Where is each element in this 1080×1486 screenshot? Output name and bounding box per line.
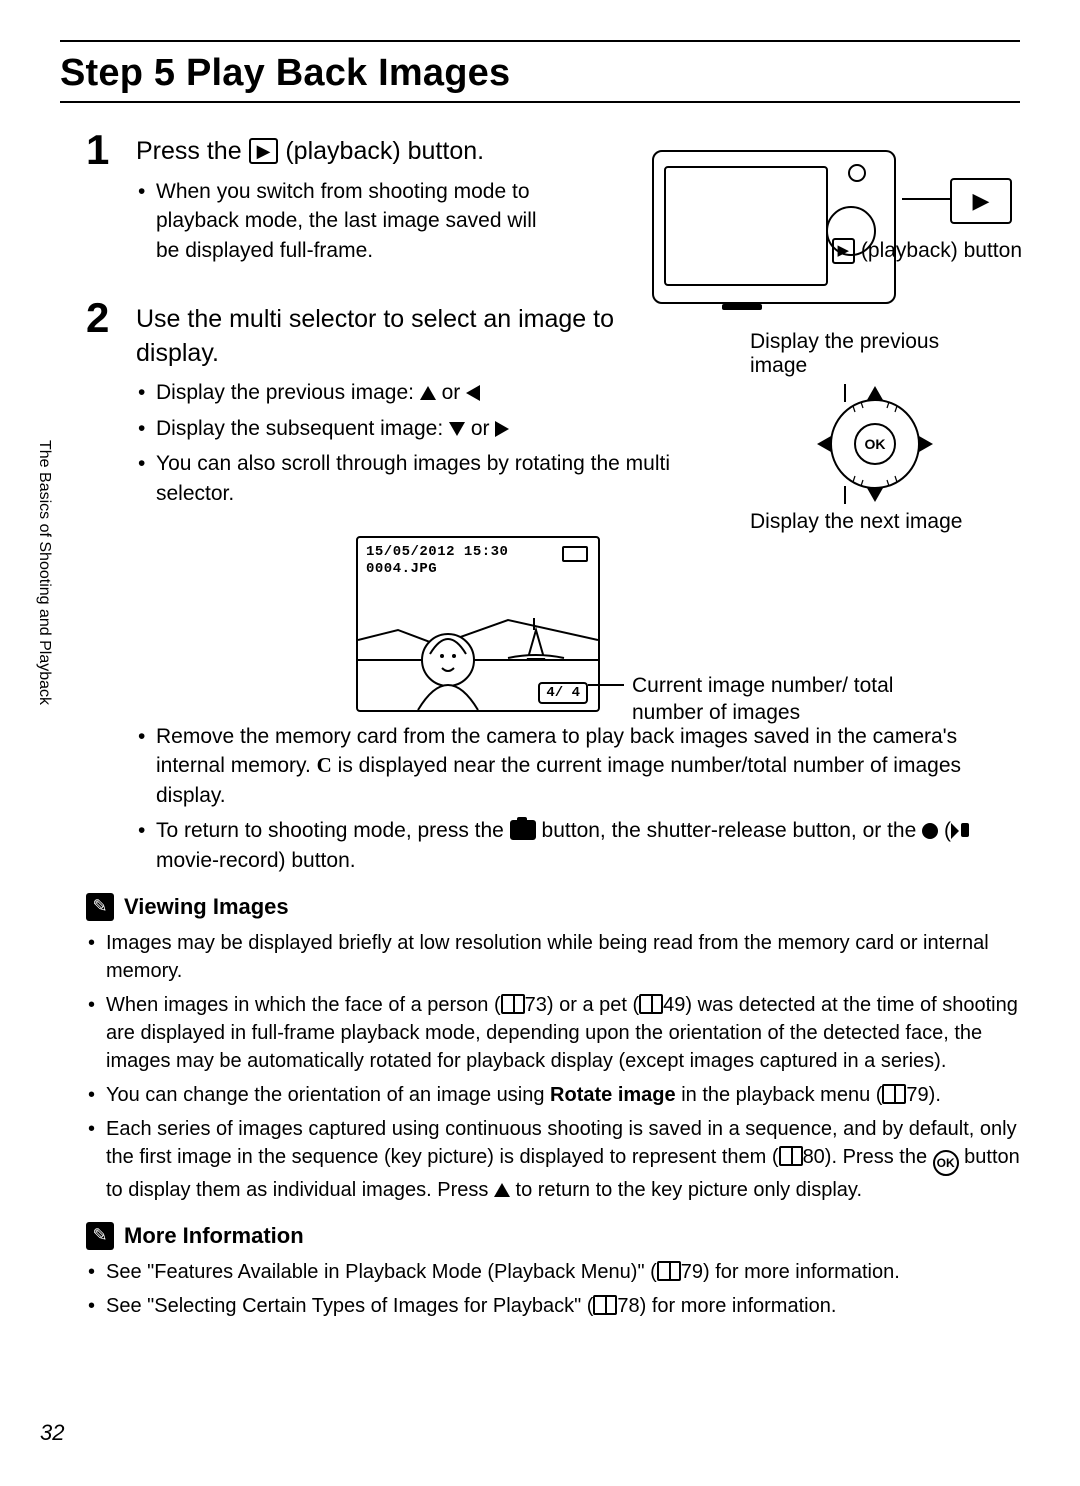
playback-glyph: ▶ xyxy=(973,188,990,214)
note-bullet: You can change the orientation of an ima… xyxy=(86,1081,1020,1109)
rule xyxy=(60,40,1020,42)
step-1-bullet: When you switch from shooting mode to pl… xyxy=(136,177,556,265)
playback-icon: ▶ xyxy=(249,138,279,164)
step-number: 2 xyxy=(86,297,120,514)
battery-icon xyxy=(562,546,588,562)
step-2-bullet: Remove the memory card from the camera t… xyxy=(136,722,1020,810)
page-title: Step 5 Play Back Images xyxy=(60,52,1020,95)
selector-caption-bottom: Display the next image xyxy=(750,510,1000,534)
note-title: More Information xyxy=(124,1223,304,1249)
playback-button-callout: ▶ xyxy=(950,178,1012,224)
step-2-bullet: Display the previous image: or xyxy=(136,378,676,407)
step-2-bullet: You can also scroll through images by ro… xyxy=(136,449,676,508)
lcd-filename: 0004.JPG xyxy=(366,561,508,579)
camera-icon xyxy=(510,820,536,840)
note-bullet: Images may be displayed briefly at low r… xyxy=(86,929,1020,985)
rule xyxy=(60,101,1020,103)
page-ref-icon xyxy=(882,1084,906,1104)
lcd-image-count: 4/ 4 xyxy=(538,682,588,704)
lcd-screen: 15/05/2012 15:30 0004.JPG 4/ 4 xyxy=(356,536,600,712)
right-arrow-icon xyxy=(495,421,509,437)
up-arrow-icon xyxy=(494,1183,510,1197)
pencil-icon: ✎ xyxy=(86,893,114,921)
manual-page: The Basics of Shooting and Playback Step… xyxy=(0,0,1080,1486)
note-heading: ✎ Viewing Images xyxy=(86,893,1020,921)
ok-label: OK xyxy=(865,436,886,452)
note-bullet: When images in which the face of a perso… xyxy=(86,991,1020,1075)
pencil-icon: ✎ xyxy=(86,1222,114,1250)
note-bullet: See "Features Available in Playback Mode… xyxy=(86,1258,1020,1286)
lcd-preview-figure: 15/05/2012 15:30 0004.JPG 4/ 4 xyxy=(356,536,916,712)
record-dot-icon xyxy=(922,823,938,839)
left-arrow-icon xyxy=(466,385,480,401)
up-arrow-icon xyxy=(420,386,436,400)
down-arrow-icon xyxy=(449,422,465,436)
lcd-count-caption: Current image number/ total number of im… xyxy=(632,672,916,727)
page-ref-icon xyxy=(639,994,663,1014)
multi-selector-icon: OK xyxy=(805,384,945,504)
camera-figure: ▶ ▶ (playback) button xyxy=(652,150,1012,304)
step-number: 1 xyxy=(86,129,120,271)
ok-button-icon: OK xyxy=(933,1150,959,1176)
internal-memory-icon: C xyxy=(317,753,332,777)
note-bullet: Each series of images captured using con… xyxy=(86,1115,1020,1204)
section-tab-label: The Basics of Shooting and Playback xyxy=(30,430,53,705)
step-2-heading: Use the multi selector to select an imag… xyxy=(136,303,676,371)
section-tab: The Basics of Shooting and Playback xyxy=(30,430,64,740)
playback-button-label: ▶ (playback) button xyxy=(832,238,1022,264)
note-bullet: See "Selecting Certain Types of Images f… xyxy=(86,1292,1020,1320)
camera-back-illustration xyxy=(652,150,896,304)
page-ref-icon xyxy=(501,994,525,1014)
note-heading: ✎ More Information xyxy=(86,1222,1020,1250)
step-2-bullet: To return to shooting mode, press the bu… xyxy=(136,816,1020,875)
page-ref-icon xyxy=(657,1261,681,1281)
page-number: 32 xyxy=(40,1420,64,1446)
page-ref-icon xyxy=(593,1295,617,1315)
lcd-date: 15/05/2012 15:30 xyxy=(366,544,508,562)
text: Press the xyxy=(136,137,249,165)
selector-caption-top: Display the previous image xyxy=(750,330,1000,378)
multi-selector-figure: Display the previous image OK Display xyxy=(750,330,1000,534)
movie-record-icon xyxy=(951,823,969,839)
note-title: Viewing Images xyxy=(124,894,289,920)
page-ref-icon xyxy=(779,1146,803,1166)
text: (playback) button. xyxy=(285,137,484,165)
step-2-bullet: Display the subsequent image: or xyxy=(136,414,676,443)
